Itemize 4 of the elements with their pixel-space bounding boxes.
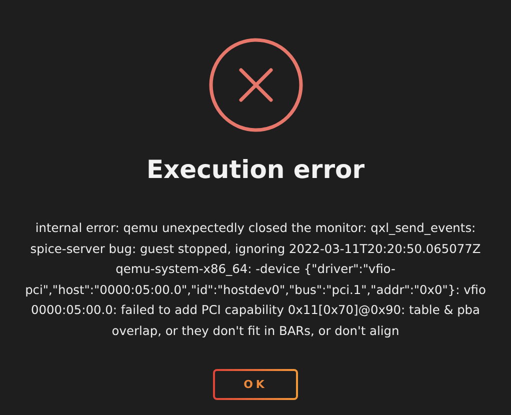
error-icon — [208, 37, 304, 133]
dialog-title: Execution error — [146, 155, 365, 184]
error-message: internal error: qemu unexpectedly closed the monitor: qxl_send_events: spice-server bug: guest stopped, ignoring 2022-03-11T20:20:50.065077Z qemu-system-x86_64: -device {"driver":"vfio-pci","host":"0000:05:00.0","id":"hostdev0","bus":"pci.1","addr":"0x0"}: vfio 0000:05:00.0: failed to add PCI capability 0x11[0x70]@0x90: table & pba overlap, or they don't fit in BARs, or don't align — [24, 220, 487, 340]
ok-button[interactable]: OK — [213, 369, 298, 400]
